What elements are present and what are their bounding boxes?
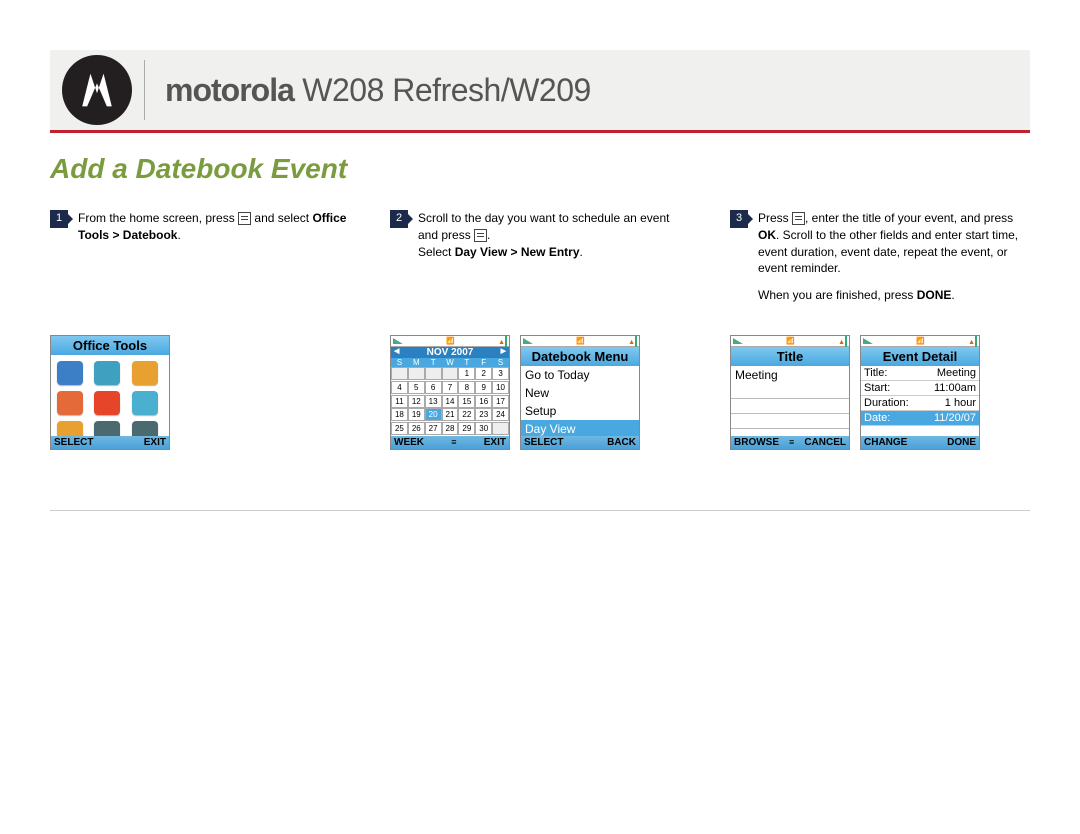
menu-icon (238, 212, 251, 225)
battery-icon (975, 335, 977, 348)
step-text: From the home screen, press and select O… (78, 210, 350, 305)
pager-icon (132, 421, 158, 436)
screen-title: Office Tools (51, 336, 169, 355)
game-icon (57, 391, 83, 415)
calendar-grid: 1234567891011121314151617181920212223242… (391, 367, 509, 436)
header-bar: motorola W208 Refresh/W209 (50, 50, 1030, 133)
calendar-month: NOV 2007 (391, 347, 509, 358)
phone-screen-title: 📶▲ Title Meeting BROWSE ≡ CANCEL (730, 335, 850, 450)
menu-item: Day View (521, 420, 639, 436)
title-body: Meeting (731, 366, 849, 436)
brand-title: motorola W208 Refresh/W209 (165, 72, 591, 109)
menu-item: Setup (521, 402, 639, 420)
phone-screen-office-tools: Office Tools SELECT EXIT (50, 335, 170, 450)
softkey-right: EXIT (144, 437, 166, 448)
separator (144, 60, 145, 120)
mail-icon (57, 361, 83, 385)
battery-icon (845, 335, 847, 348)
signal-icon (523, 338, 533, 344)
step-1: 1 From the home screen, press and select… (50, 210, 350, 450)
detail-row: Start:11:00am (861, 381, 979, 396)
battery-icon (505, 335, 507, 348)
phone-screen-datebook-menu: 📶▲ Datebook Menu Go to TodayNewSetupDay … (520, 335, 640, 450)
calendar-day-header: SMTWTFS (391, 358, 509, 367)
icon-grid (51, 355, 169, 436)
menu-icon: ≡ (451, 437, 456, 448)
screen-title: Title (731, 347, 849, 366)
signal-icon (863, 338, 873, 344)
softkey-right: CANCEL (804, 437, 846, 448)
wifi-icon (132, 391, 158, 415)
softkey-right: DONE (947, 437, 976, 448)
softkey-left: CHANGE (864, 437, 907, 448)
step-text: Press , enter the title of your event, a… (758, 210, 1030, 305)
menu-icon (792, 212, 805, 225)
phone-screen-event-detail: 📶▲ Event Detail Title:MeetingStart:11:00… (860, 335, 980, 450)
battery-icon (635, 335, 637, 348)
menu-icon (474, 229, 487, 242)
signal-icon (393, 338, 403, 344)
section-title: Add a Datebook Event (50, 153, 1030, 185)
detail-row: Date:11/20/07 (861, 411, 979, 426)
softkey-left: SELECT (524, 437, 563, 448)
phone-screen-calendar: 📶▲ NOV 2007 SMTWTFS 12345678910111213141… (390, 335, 510, 450)
step-3: 3 Press , enter the title of your event,… (730, 210, 1030, 450)
screen-title: Event Detail (861, 347, 979, 366)
detail-row: Title:Meeting (861, 366, 979, 381)
clock-icon (94, 391, 120, 415)
step-number: 3 (730, 210, 748, 228)
step-number: 1 (50, 210, 68, 228)
screen-title: Datebook Menu (521, 347, 639, 366)
radio-icon (94, 421, 120, 436)
step-2: 2 Scroll to the day you want to schedule… (390, 210, 690, 450)
softkey-right: EXIT (484, 437, 506, 448)
detail-row: Duration:1 hour (861, 396, 979, 411)
menu-item: New (521, 384, 639, 402)
softkey-left: SELECT (54, 437, 93, 448)
menu-list: Go to TodayNewSetupDay View (521, 366, 639, 436)
signal-icon (733, 338, 743, 344)
title-value: Meeting (731, 366, 849, 384)
softkey-left: BROWSE (734, 437, 779, 448)
tools-icon (57, 421, 83, 436)
notes-icon (132, 361, 158, 385)
step-text: Scroll to the day you want to schedule a… (418, 210, 690, 305)
board-icon (94, 361, 120, 385)
menu-icon: ≡ (789, 437, 794, 448)
detail-list: Title:MeetingStart:11:00amDuration:1 hou… (861, 366, 979, 436)
softkey-right: BACK (607, 437, 636, 448)
menu-item: Go to Today (521, 366, 639, 384)
step-number: 2 (390, 210, 408, 228)
motorola-logo-icon (62, 55, 132, 125)
steps-row: 1 From the home screen, press and select… (50, 210, 1030, 511)
softkey-left: WEEK (394, 437, 424, 448)
